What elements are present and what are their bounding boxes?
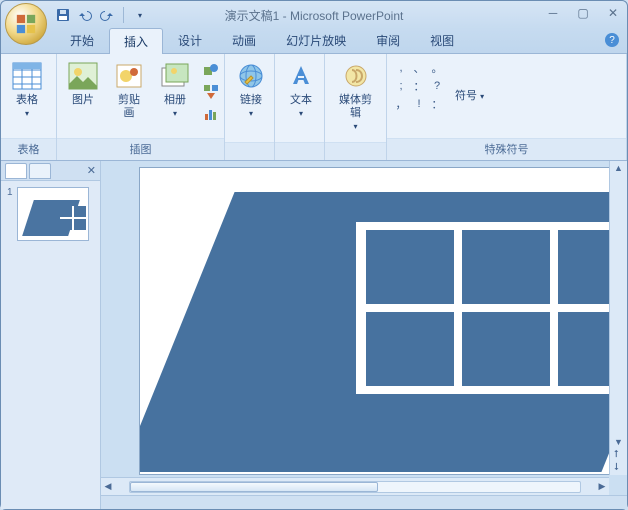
maximize-button[interactable]: ▢ xyxy=(575,5,591,21)
table-button[interactable]: 表格▾ xyxy=(7,58,47,122)
clipart-icon xyxy=(113,60,145,92)
slide-panel-tabs: ✕ xyxy=(1,161,100,181)
hyperlink-button[interactable]: 链接▾ xyxy=(231,58,271,122)
shape-grid[interactable] xyxy=(366,230,627,386)
symbol-button[interactable]: 符号 ▾ xyxy=(451,58,488,105)
picture-icon xyxy=(67,60,99,92)
ribbon: 表格▾ 表格 图片 剪贴画 相册▾ 插图 xyxy=(1,53,627,161)
group-symbols-label: 特殊符号 xyxy=(387,138,626,160)
group-tables: 表格▾ 表格 xyxy=(1,54,57,160)
tab-design[interactable]: 设计 xyxy=(163,27,217,53)
group-text: 文本▾ xyxy=(275,54,325,160)
group-links-label xyxy=(225,142,274,160)
group-media-label xyxy=(325,142,386,160)
slide-number: 1 xyxy=(7,187,13,241)
quick-access-toolbar: ▾ xyxy=(55,7,148,23)
symbol-char[interactable]: 。 xyxy=(429,60,445,76)
group-links: 链接▾ xyxy=(225,54,275,160)
workspace: ✕ 1 ▲ ▼ ⭡ ⭣ xyxy=(1,161,627,509)
slide-thumbnail[interactable]: 1 xyxy=(7,187,94,241)
group-tables-label: 表格 xyxy=(1,138,56,160)
vertical-scrollbar[interactable]: ▲ ▼ ⭡ ⭣ xyxy=(609,161,627,475)
redo-icon[interactable] xyxy=(99,7,115,23)
tab-slideshow[interactable]: 幻灯片放映 xyxy=(271,27,361,53)
text-icon xyxy=(285,60,317,92)
horizontal-scrollbar[interactable]: ◀ ▶ xyxy=(101,477,609,495)
scroll-thumb[interactable] xyxy=(130,482,378,492)
media-button[interactable]: 媒体剪辑▾ xyxy=(331,58,380,135)
media-icon xyxy=(340,60,372,92)
office-logo-icon xyxy=(15,13,37,35)
title-bar: ▾ 演示文稿1 - Microsoft PowerPoint ─ ▢ ✕ xyxy=(1,1,627,29)
symbol-char[interactable]: ， xyxy=(393,96,409,112)
slides-tab[interactable] xyxy=(5,163,27,179)
save-icon[interactable] xyxy=(55,7,71,23)
symbol-char[interactable]: ? xyxy=(429,78,445,94)
ribbon-tabs: 开始 插入 设计 动画 幻灯片放映 审阅 视图 ? xyxy=(1,29,627,53)
tab-review[interactable]: 审阅 xyxy=(361,27,415,53)
group-symbols: , 、 。 ; ： ? ， ! ： 符号 ▾ 特殊符号 xyxy=(387,54,627,160)
tab-animations[interactable]: 动画 xyxy=(217,27,271,53)
symbol-char[interactable]: ： xyxy=(411,78,427,94)
outline-tab[interactable] xyxy=(29,163,51,179)
symbol-char[interactable]: ! xyxy=(411,96,427,112)
group-illustrations: 图片 剪贴画 相册▾ 插图 xyxy=(57,54,225,160)
album-button[interactable]: 相册▾ xyxy=(155,58,195,122)
thumbnail-preview xyxy=(17,187,89,241)
status-strip xyxy=(101,495,627,509)
symbol-char[interactable]: ; xyxy=(393,78,409,94)
link-icon xyxy=(235,60,267,92)
album-icon xyxy=(159,60,191,92)
symbol-char[interactable]: ： xyxy=(429,96,445,112)
scroll-left-icon[interactable]: ◀ xyxy=(101,481,115,492)
symbol-char[interactable]: , xyxy=(393,60,409,76)
smartart-button[interactable] xyxy=(201,82,221,102)
close-panel-icon[interactable]: ✕ xyxy=(87,164,96,177)
canvas-area: ▲ ▼ ⭡ ⭣ ◀ ▶ xyxy=(101,161,627,509)
group-illustrations-label: 插图 xyxy=(57,138,224,160)
help-icon[interactable]: ? xyxy=(605,33,619,47)
chart-button[interactable] xyxy=(201,104,221,124)
text-button[interactable]: 文本▾ xyxy=(281,58,321,122)
office-button[interactable] xyxy=(5,3,47,45)
symbol-char[interactable]: 、 xyxy=(411,60,427,76)
picture-button[interactable]: 图片 xyxy=(63,58,103,109)
undo-icon[interactable] xyxy=(77,7,93,23)
next-slide-icon[interactable]: ⭣ xyxy=(614,462,623,473)
close-button[interactable]: ✕ xyxy=(605,5,621,21)
tab-home[interactable]: 开始 xyxy=(55,27,109,53)
group-media: 媒体剪辑▾ xyxy=(325,54,387,160)
scroll-down-icon[interactable]: ▼ xyxy=(614,437,623,447)
shapes-button[interactable] xyxy=(201,60,221,80)
group-text-label xyxy=(275,142,324,160)
clipart-button[interactable]: 剪贴画 xyxy=(109,58,149,122)
symbol-grid: , 、 。 ; ： ? ， ! ： xyxy=(393,58,445,112)
qat-separator xyxy=(123,7,124,23)
scroll-right-icon[interactable]: ▶ xyxy=(595,481,609,492)
prev-slide-icon[interactable]: ⭡ xyxy=(614,449,623,460)
tab-view[interactable]: 视图 xyxy=(415,27,469,53)
thumbnail-list: 1 xyxy=(1,181,100,509)
slide-panel: ✕ 1 xyxy=(1,161,101,509)
minimize-button[interactable]: ─ xyxy=(545,5,561,21)
tab-insert[interactable]: 插入 xyxy=(109,28,163,54)
scroll-up-icon[interactable]: ▲ xyxy=(614,163,623,173)
qat-customize-icon[interactable]: ▾ xyxy=(132,7,148,23)
slide-canvas[interactable] xyxy=(139,167,627,475)
table-icon xyxy=(11,60,43,92)
